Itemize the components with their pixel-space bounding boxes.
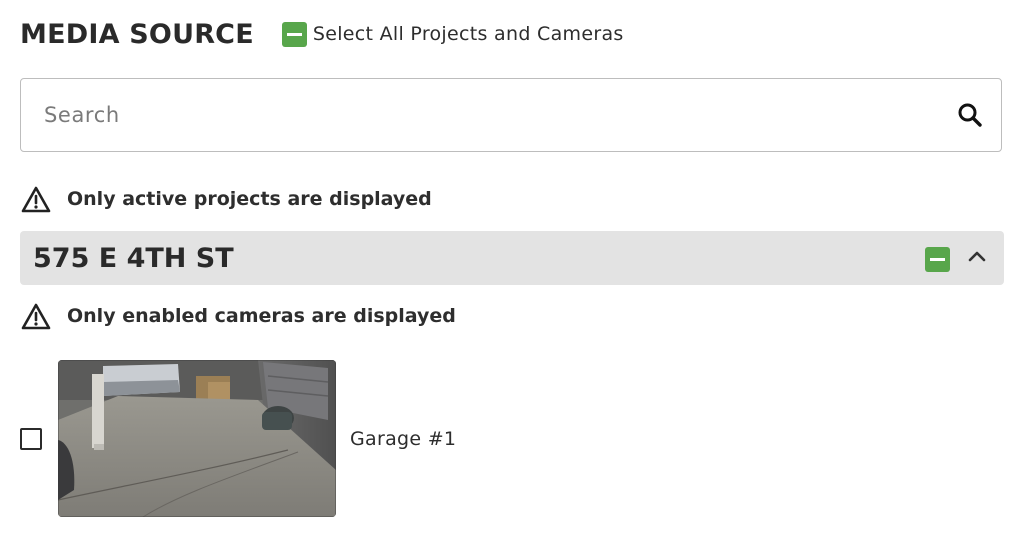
warning-icon — [20, 302, 52, 330]
chevron-up-icon[interactable] — [964, 243, 990, 269]
camera-thumbnail[interactable] — [58, 360, 336, 517]
media-source-header: MEDIA SOURCE Select All Projects and Cam… — [20, 14, 624, 54]
select-all-label[interactable]: Select All Projects and Cameras — [313, 23, 624, 45]
project-select-checkbox[interactable] — [925, 247, 950, 272]
select-all-checkbox[interactable] — [281, 21, 307, 47]
page-title: MEDIA SOURCE — [20, 18, 254, 50]
project-header-575-e-4th-st[interactable]: 575 E 4TH ST — [20, 231, 1004, 285]
media-source-panel: MEDIA SOURCE Select All Projects and Cam… — [0, 0, 1024, 540]
active-projects-notice-text: Only active projects are displayed — [67, 188, 432, 210]
enabled-cameras-notice-text: Only enabled cameras are displayed — [67, 305, 456, 327]
active-projects-notice: Only active projects are displayed — [20, 185, 432, 213]
project-name: 575 E 4TH ST — [33, 242, 234, 274]
warning-icon — [20, 185, 52, 213]
camera-checkbox[interactable] — [20, 427, 42, 450]
camera-list-item[interactable]: Garage #1 — [20, 360, 456, 517]
search-icon[interactable] — [955, 100, 985, 130]
select-all-toggle[interactable]: Select All Projects and Cameras — [281, 21, 624, 47]
search-box[interactable] — [20, 78, 1002, 152]
search-input[interactable] — [42, 102, 955, 128]
camera-label[interactable]: Garage #1 — [350, 428, 456, 450]
enabled-cameras-notice: Only enabled cameras are displayed — [20, 302, 456, 330]
